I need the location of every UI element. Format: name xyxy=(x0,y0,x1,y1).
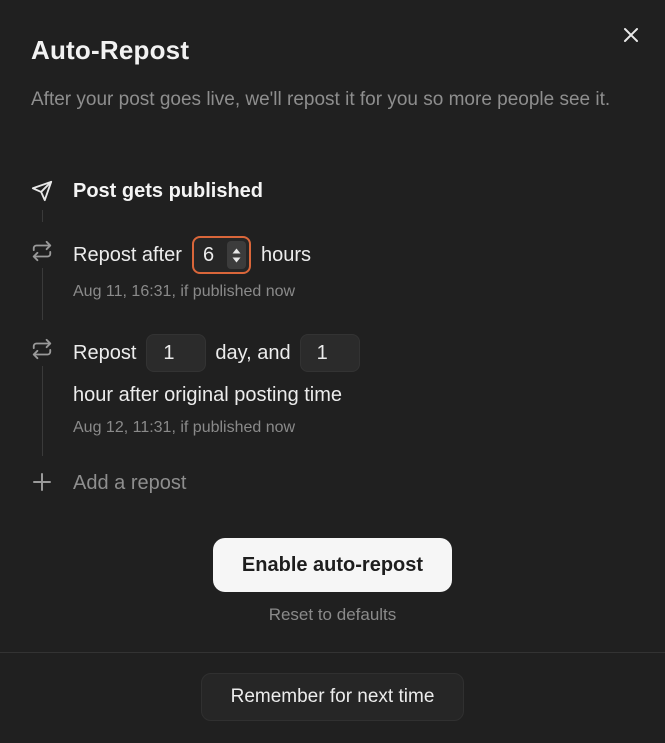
footer-divider xyxy=(0,652,665,653)
hour-after-label: hour after original posting time xyxy=(73,383,343,406)
timeline-line xyxy=(42,366,43,456)
stepper-down-icon[interactable] xyxy=(232,257,241,263)
hours-input-2[interactable]: 1 xyxy=(299,334,360,372)
remember-next-time-button[interactable]: Remember for next time xyxy=(201,673,464,721)
timeline-line xyxy=(42,268,43,320)
days-input-value: 1 xyxy=(163,341,175,364)
hours-input-value: 6 xyxy=(202,243,215,266)
published-row: Post gets published xyxy=(73,178,263,204)
add-repost-button[interactable]: Add a repost xyxy=(73,472,186,495)
close-icon xyxy=(624,28,638,42)
repost-label: Repost xyxy=(73,341,137,364)
dialog-title: Auto-Repost xyxy=(31,35,190,65)
days-input[interactable]: 1 xyxy=(146,334,207,372)
repost-2-continuation: hour after original posting time xyxy=(73,382,342,408)
enable-auto-repost-button[interactable]: Enable auto-repost xyxy=(213,538,452,592)
reset-defaults-link[interactable]: Reset to defaults xyxy=(0,605,665,625)
repost-row-2: Repost 1 day, and 1 xyxy=(73,334,360,372)
hours-input[interactable]: 6 xyxy=(191,236,251,274)
repost-1-note: Aug 11, 16:31, if published now xyxy=(73,283,296,300)
repeat-icon xyxy=(30,337,54,361)
timeline-line xyxy=(42,210,43,222)
plus-icon[interactable] xyxy=(30,470,54,494)
close-button[interactable] xyxy=(618,22,644,48)
repost-2-note: Aug 12, 11:31, if published now xyxy=(73,419,296,436)
day-and-label: day, and xyxy=(215,341,291,364)
hours-unit-label: hours xyxy=(260,243,311,266)
repeat-icon xyxy=(30,239,54,263)
send-icon xyxy=(30,179,54,203)
repost-after-label: Repost after xyxy=(73,243,182,266)
hours-input-2-value: 1 xyxy=(316,341,328,364)
stepper-up-icon[interactable] xyxy=(232,248,241,254)
published-label: Post gets published xyxy=(73,179,264,202)
hours-stepper[interactable] xyxy=(226,241,246,269)
dialog-subtitle: After your post goes live, we'll repost … xyxy=(31,89,611,110)
repost-row-1: Repost after 6 hours xyxy=(73,236,311,274)
